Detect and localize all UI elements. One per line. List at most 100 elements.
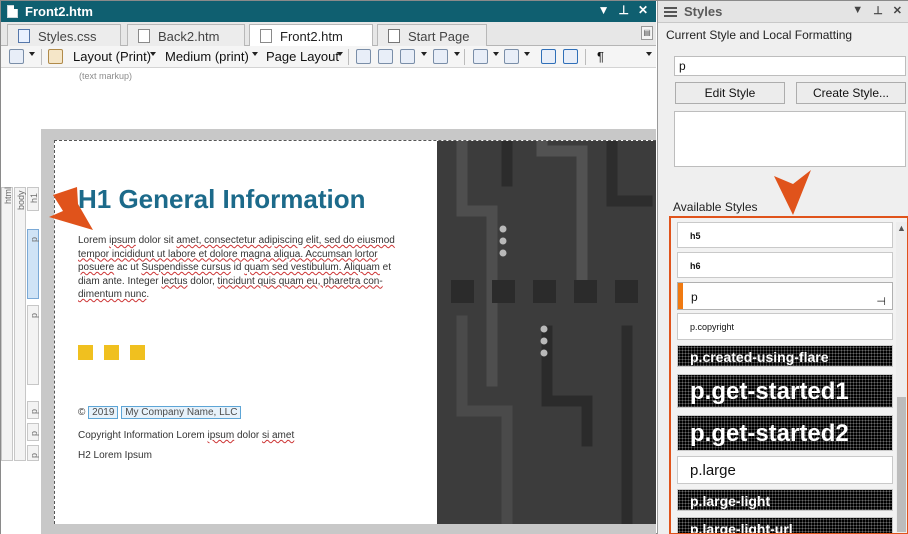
menu-icon[interactable] xyxy=(664,7,677,17)
h2-heading[interactable]: H2 Lorem Ipsum xyxy=(78,450,152,461)
separator xyxy=(348,49,349,65)
structure-html-label: html xyxy=(3,186,13,204)
html-file-icon xyxy=(138,29,150,43)
close-icon[interactable]: ✕ xyxy=(893,4,902,17)
styles-scrollbar[interactable]: ▲ xyxy=(896,222,907,533)
tab-list-icon[interactable]: ▤ xyxy=(641,26,653,40)
close-icon[interactable]: ✕ xyxy=(638,3,648,17)
style-item[interactable]: p.large-light xyxy=(677,489,893,511)
style-item[interactable]: p.created-using-flare xyxy=(677,345,893,367)
style-item[interactable]: p ⊣ xyxy=(677,282,893,310)
local-formatting-box[interactable] xyxy=(674,111,906,167)
available-styles-label: Available Styles xyxy=(673,200,758,214)
style-item-label: p.large-light xyxy=(690,493,771,509)
show-tags-icon[interactable] xyxy=(433,49,448,64)
variable-icon[interactable] xyxy=(473,49,488,64)
style-item[interactable]: p.get-started1 xyxy=(677,374,893,408)
tab-back2[interactable]: Back2.htm xyxy=(127,24,245,46)
chevron-down-icon[interactable] xyxy=(646,52,652,56)
separator xyxy=(464,49,465,65)
zoom-icon[interactable] xyxy=(9,49,24,64)
style-item[interactable]: p.get-started2 xyxy=(677,415,893,451)
structure-p-selected[interactable]: p xyxy=(27,229,39,299)
style-item-label: p xyxy=(691,290,698,304)
text-format-icon[interactable] xyxy=(504,49,519,64)
structure-p-label: p xyxy=(29,452,39,458)
current-style-label: Current Style and Local Formatting xyxy=(666,28,853,42)
tab-label: Styles.css xyxy=(38,29,97,44)
preview-icon[interactable] xyxy=(356,49,371,64)
structure-p-label: p xyxy=(29,408,39,414)
tab-label: Start Page xyxy=(408,29,470,44)
year-variable[interactable]: 2019 xyxy=(88,406,119,419)
chevron-down-icon[interactable] xyxy=(454,52,460,56)
window-menu-icon[interactable]: ▼ xyxy=(598,3,610,17)
pin-icon[interactable]: ⊥ xyxy=(618,3,628,17)
yellow-square xyxy=(104,345,119,360)
document-icon xyxy=(7,5,18,18)
paragraph-text: dolor sit xyxy=(135,235,177,246)
paragraph-text: ac ut xyxy=(114,262,142,273)
span-bar-icon[interactable] xyxy=(563,49,578,64)
style-item[interactable]: p.large xyxy=(677,456,893,484)
copyright-line[interactable]: © 2019 My Company Name, LLC xyxy=(78,406,242,419)
style-item-label: h6 xyxy=(690,261,701,271)
structure-body[interactable]: body xyxy=(14,187,26,461)
layout-dropdown[interactable]: Layout (Print) xyxy=(73,49,151,64)
structure-bar-icon[interactable] xyxy=(541,49,556,64)
structure-p[interactable]: p xyxy=(27,401,39,419)
tab-label: Back2.htm xyxy=(158,29,220,44)
current-style-field[interactable]: p xyxy=(674,56,906,76)
structure-p[interactable]: p xyxy=(27,305,39,385)
style-item-label: p.large xyxy=(690,462,736,479)
chevron-down-icon[interactable] xyxy=(421,52,427,56)
company-variable[interactable]: My Company Name, LLC xyxy=(121,406,242,419)
medium-dropdown[interactable]: Medium (print) xyxy=(165,49,249,64)
callout-down-arrow-icon xyxy=(774,170,811,215)
tab-strip: Styles.css Back2.htm Front2.htm Start Pa… xyxy=(1,22,656,47)
editor-title-bar: Front2.htm ▼ ⊥ ✕ xyxy=(1,1,656,22)
style-item[interactable]: p.copyright xyxy=(677,313,893,340)
edit-style-button[interactable]: Edit Style xyxy=(675,82,785,104)
chevron-down-icon[interactable] xyxy=(29,52,35,56)
chevron-down-icon[interactable]: ▼ xyxy=(852,4,863,17)
style-item[interactable]: p.large-light-url xyxy=(677,517,893,533)
style-item-label: h5 xyxy=(690,231,701,241)
create-style-button[interactable]: Create Style... xyxy=(796,82,906,104)
tab-start-page[interactable]: Start Page xyxy=(377,24,487,46)
lorem-paragraph[interactable]: Lorem ipsum dolor sit amet, consectetur … xyxy=(78,234,396,302)
tab-front2[interactable]: Front2.htm xyxy=(249,24,373,47)
pin-icon[interactable]: ⊥ xyxy=(873,4,883,17)
document-heading[interactable]: H1 General Information xyxy=(78,184,366,215)
tab-styles-css[interactable]: Styles.css xyxy=(7,24,121,46)
structure-bar: html body h1 p p p p p xyxy=(1,187,41,461)
layout-icon[interactable] xyxy=(48,49,63,64)
structure-html[interactable]: html xyxy=(1,187,13,461)
structure-p[interactable]: p xyxy=(27,445,39,461)
style-item[interactable]: h5 xyxy=(677,222,893,248)
structure-p[interactable]: p xyxy=(27,423,39,441)
style-item[interactable]: h6 xyxy=(677,252,893,278)
chevron-down-icon[interactable] xyxy=(150,52,156,56)
chevron-down-icon[interactable] xyxy=(493,52,499,56)
styles-pane-title-bar: Styles ▼ ⊥ ✕ xyxy=(658,1,908,23)
pilcrow-icon[interactable]: ¶ xyxy=(597,49,604,64)
chevron-down-icon[interactable] xyxy=(524,52,530,56)
scrollbar-thumb[interactable] xyxy=(897,397,906,532)
chevron-down-icon[interactable] xyxy=(252,52,258,56)
paragraph-text: . xyxy=(146,289,150,300)
chevron-down-icon[interactable] xyxy=(337,52,343,56)
pin-icon[interactable]: ⊣ xyxy=(876,288,886,309)
structure-h1[interactable]: h1 xyxy=(27,187,39,211)
copyright-info-line[interactable]: Copyright Information Lorem ipsum dolor … xyxy=(78,430,294,441)
conditions-icon[interactable] xyxy=(378,49,393,64)
image-icon[interactable] xyxy=(400,49,415,64)
style-item-label: p.get-started2 xyxy=(690,420,849,447)
yellow-square xyxy=(130,345,145,360)
paragraph-text: id xyxy=(230,262,245,273)
available-styles-list[interactable]: h5 h6 p ⊣ p.copyright p.created-using-flare p.… xyxy=(669,216,908,534)
chevron-up-icon[interactable]: ▲ xyxy=(897,223,906,233)
editor-title: Front2.htm xyxy=(25,4,93,19)
misspelled-word: ipsum xyxy=(207,430,235,441)
page-layout-dropdown[interactable]: Page Layout xyxy=(266,49,339,64)
